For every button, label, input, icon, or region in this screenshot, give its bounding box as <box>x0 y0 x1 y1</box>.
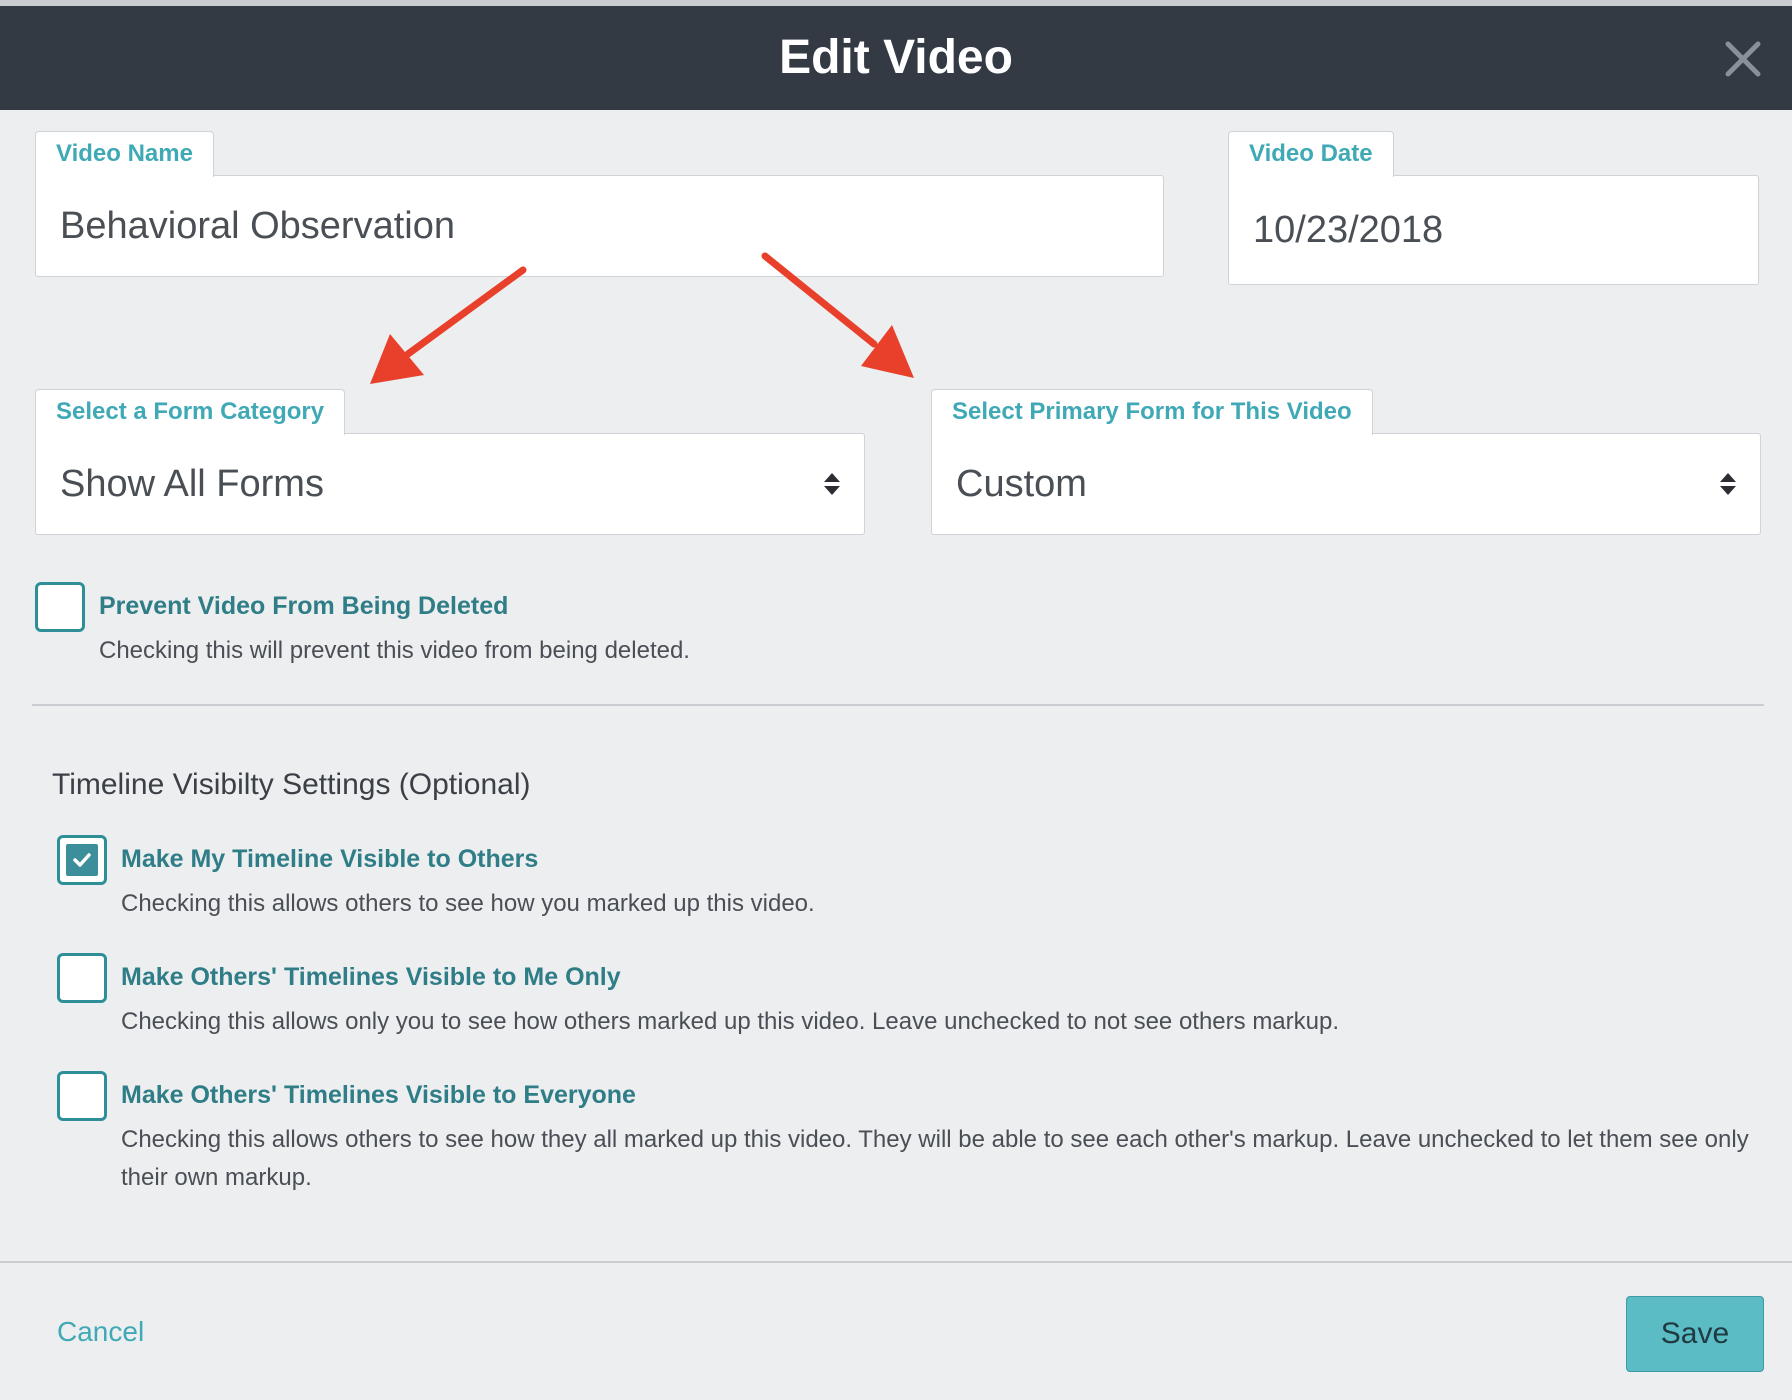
updown-caret-icon <box>822 471 842 497</box>
form-category-select[interactable]: Show All Forms <box>35 433 865 535</box>
primary-form-value: Custom <box>956 462 1087 505</box>
section-divider <box>32 704 1764 706</box>
cancel-button[interactable]: Cancel <box>57 1316 144 1348</box>
video-date-value: 10/23/2018 <box>1253 208 1444 251</box>
check-icon <box>66 844 98 876</box>
close-button[interactable] <box>1722 38 1764 80</box>
updown-caret-icon <box>1718 471 1738 497</box>
video-name-value: Behavioral Observation <box>60 204 455 247</box>
video-name-label: Video Name <box>35 131 214 177</box>
video-name-field: Video Name Behavioral Observation <box>35 131 1164 277</box>
form-category-value: Show All Forms <box>60 462 324 505</box>
others-visible-everyone-label: Make Others' Timelines Visible to Everyo… <box>121 1081 636 1109</box>
timeline-option-others-me-only: Make Others' Timelines Visible to Me Onl… <box>57 953 1757 1043</box>
footer-divider <box>0 1261 1792 1263</box>
prevent-delete-checkbox[interactable] <box>35 582 85 632</box>
others-visible-me-only-description: Checking this allows only you to see how… <box>121 1008 1340 1035</box>
form-category-field: Select a Form Category Show All Forms <box>35 389 865 535</box>
save-button[interactable]: Save <box>1626 1296 1764 1372</box>
others-visible-everyone-description: Checking this allows others to see how t… <box>121 1126 1749 1191</box>
timeline-option-my-visible: Make My Timeline Visible to Others Check… <box>57 835 1757 925</box>
others-visible-everyone-checkbox[interactable] <box>57 1071 107 1121</box>
primary-form-label: Select Primary Form for This Video <box>931 389 1373 435</box>
primary-form-select[interactable]: Custom <box>931 433 1761 535</box>
others-visible-me-only-label: Make Others' Timelines Visible to Me Onl… <box>121 963 621 991</box>
modal-title: Edit Video <box>779 31 1013 84</box>
others-visible-me-only-checkbox[interactable] <box>57 953 107 1003</box>
close-icon <box>1722 38 1764 80</box>
video-name-input[interactable]: Behavioral Observation <box>35 175 1164 277</box>
form-category-label: Select a Form Category <box>35 389 346 435</box>
my-timeline-visible-description: Checking this allows others to see how y… <box>121 890 815 917</box>
prevent-delete-description: Checking this will prevent this video fr… <box>99 637 690 664</box>
my-timeline-visible-checkbox[interactable] <box>57 835 107 885</box>
prevent-delete-label: Prevent Video From Being Deleted <box>99 592 509 620</box>
video-date-input[interactable]: 10/23/2018 <box>1228 175 1759 285</box>
video-date-field: Video Date 10/23/2018 <box>1228 131 1759 285</box>
my-timeline-visible-label: Make My Timeline Visible to Others <box>121 845 539 873</box>
timeline-section-title: Timeline Visibilty Settings (Optional) <box>52 768 531 801</box>
timeline-option-others-everyone: Make Others' Timelines Visible to Everyo… <box>57 1071 1757 1211</box>
video-date-label: Video Date <box>1228 131 1394 177</box>
prevent-delete-row: Prevent Video From Being Deleted Checkin… <box>35 582 1735 672</box>
edit-video-modal: Edit Video Video Name Behavioral Observa… <box>0 6 1792 1400</box>
modal-header: Edit Video <box>0 6 1792 110</box>
primary-form-field: Select Primary Form for This Video Custo… <box>931 389 1761 535</box>
